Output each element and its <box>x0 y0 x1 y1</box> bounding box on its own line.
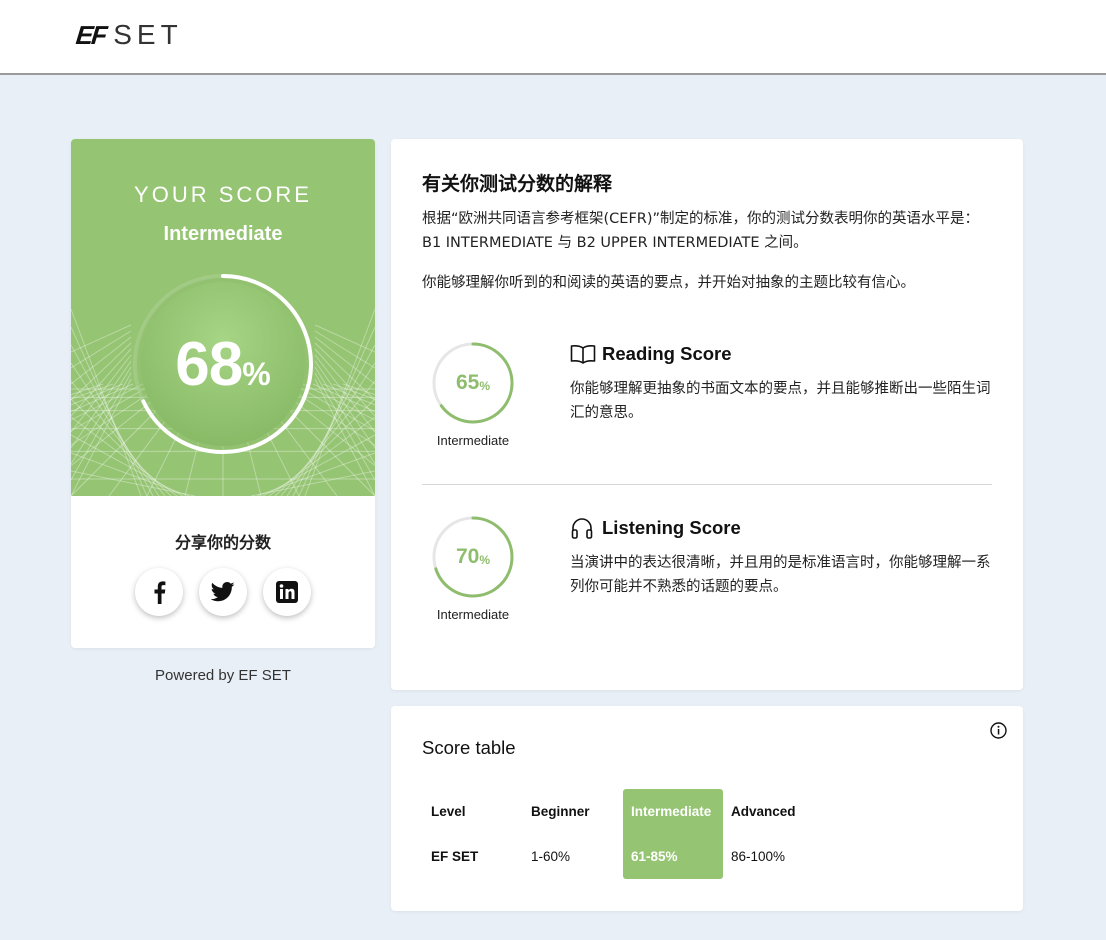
listening-score-heading: Listening Score <box>570 516 741 540</box>
score-table-card: Score table Level Beginner Intermediate … <box>391 706 1023 911</box>
headphones-icon <box>570 516 596 540</box>
overall-score-value: 68% <box>131 272 315 456</box>
explanation-card: 有关你测试分数的解释 根据“欧洲共同语言参考框架(CEFR)”制定的标准，你的测… <box>391 139 1023 690</box>
table-header-intermediate: Intermediate <box>631 804 712 819</box>
twitter-share-button[interactable] <box>199 568 247 616</box>
facebook-share-button[interactable] <box>135 568 183 616</box>
reading-score-section: 65% Intermediate Reading Score 你能够理解更抽象的… <box>422 342 992 452</box>
share-buttons <box>135 568 311 618</box>
overall-score-percent: % <box>242 355 271 392</box>
your-score-heading: YOUR SCORE <box>134 182 312 207</box>
listening-score-description: 当演讲中的表达很清晰，并且用的是标准语言时，你能够理解一系列你可能并不熟悉的话题… <box>570 555 991 595</box>
table-header-level: Level <box>431 804 466 819</box>
listening-score-value: 70% <box>432 516 514 598</box>
info-button[interactable] <box>990 722 1007 739</box>
score-table-title: Score table <box>422 737 516 758</box>
overall-score-number: 68 <box>175 329 243 399</box>
listening-score-section: 70% Intermediate Listening Score 当演讲中的表达… <box>422 516 992 626</box>
linkedin-icon <box>276 581 298 603</box>
linkedin-share-button[interactable] <box>263 568 311 616</box>
reading-level: Intermediate <box>436 433 510 448</box>
overall-level: Intermediate <box>163 223 283 245</box>
listening-score-percent: % <box>479 553 491 567</box>
section-divider <box>422 484 992 485</box>
explanation-title: 有关你测试分数的解释 <box>422 173 613 195</box>
reading-score-number: 65 <box>455 371 480 394</box>
table-header-advanced: Advanced <box>731 804 796 819</box>
listening-score-title: Listening Score <box>602 517 741 538</box>
listening-level: Intermediate <box>436 607 510 622</box>
reading-score-description: 你能够理解更抽象的书面文本的要点，并且能够推断出一些陌生词汇的意思。 <box>570 381 991 421</box>
reading-score-percent: % <box>479 379 491 393</box>
intermediate-column-highlight <box>623 789 723 879</box>
explanation-cefr-text: 根据“欧洲共同语言参考框架(CEFR)”制定的标准，你的测试分数表明你的英语水平… <box>422 211 980 251</box>
powered-by: Powered by EF SET <box>155 667 291 684</box>
top-bar: EF SET <box>0 0 1106 75</box>
table-header-beginner: Beginner <box>531 804 590 819</box>
reading-score-value: 65% <box>432 342 514 424</box>
facebook-icon <box>154 581 166 604</box>
book-icon <box>570 342 596 366</box>
reading-score-title: Reading Score <box>602 343 732 364</box>
ef-set-logo[interactable]: EF SET <box>74 19 183 50</box>
table-cell-advanced: 86-100% <box>731 849 786 864</box>
score-card: YOUR SCORE Intermediate 68% 分享你的分数 <box>71 139 375 648</box>
reading-score-heading: Reading Score <box>570 342 732 366</box>
listening-score-number: 70 <box>455 545 480 568</box>
table-row-label: EF SET <box>431 849 479 864</box>
score-hero: YOUR SCORE Intermediate 68% <box>71 139 375 496</box>
explanation-summary-text: 你能够理解你听到的和阅读的英语的要点，并开始对抽象的主题比较有信心。 <box>422 275 915 291</box>
twitter-icon <box>211 582 235 602</box>
share-title: 分享你的分数 <box>174 533 271 552</box>
logo-set-text: SET <box>113 19 183 50</box>
logo-ef-mark: EF <box>74 19 107 50</box>
table-cell-intermediate: 61-85% <box>631 849 678 864</box>
info-icon <box>990 722 1007 739</box>
table-cell-beginner: 1-60% <box>531 849 571 864</box>
